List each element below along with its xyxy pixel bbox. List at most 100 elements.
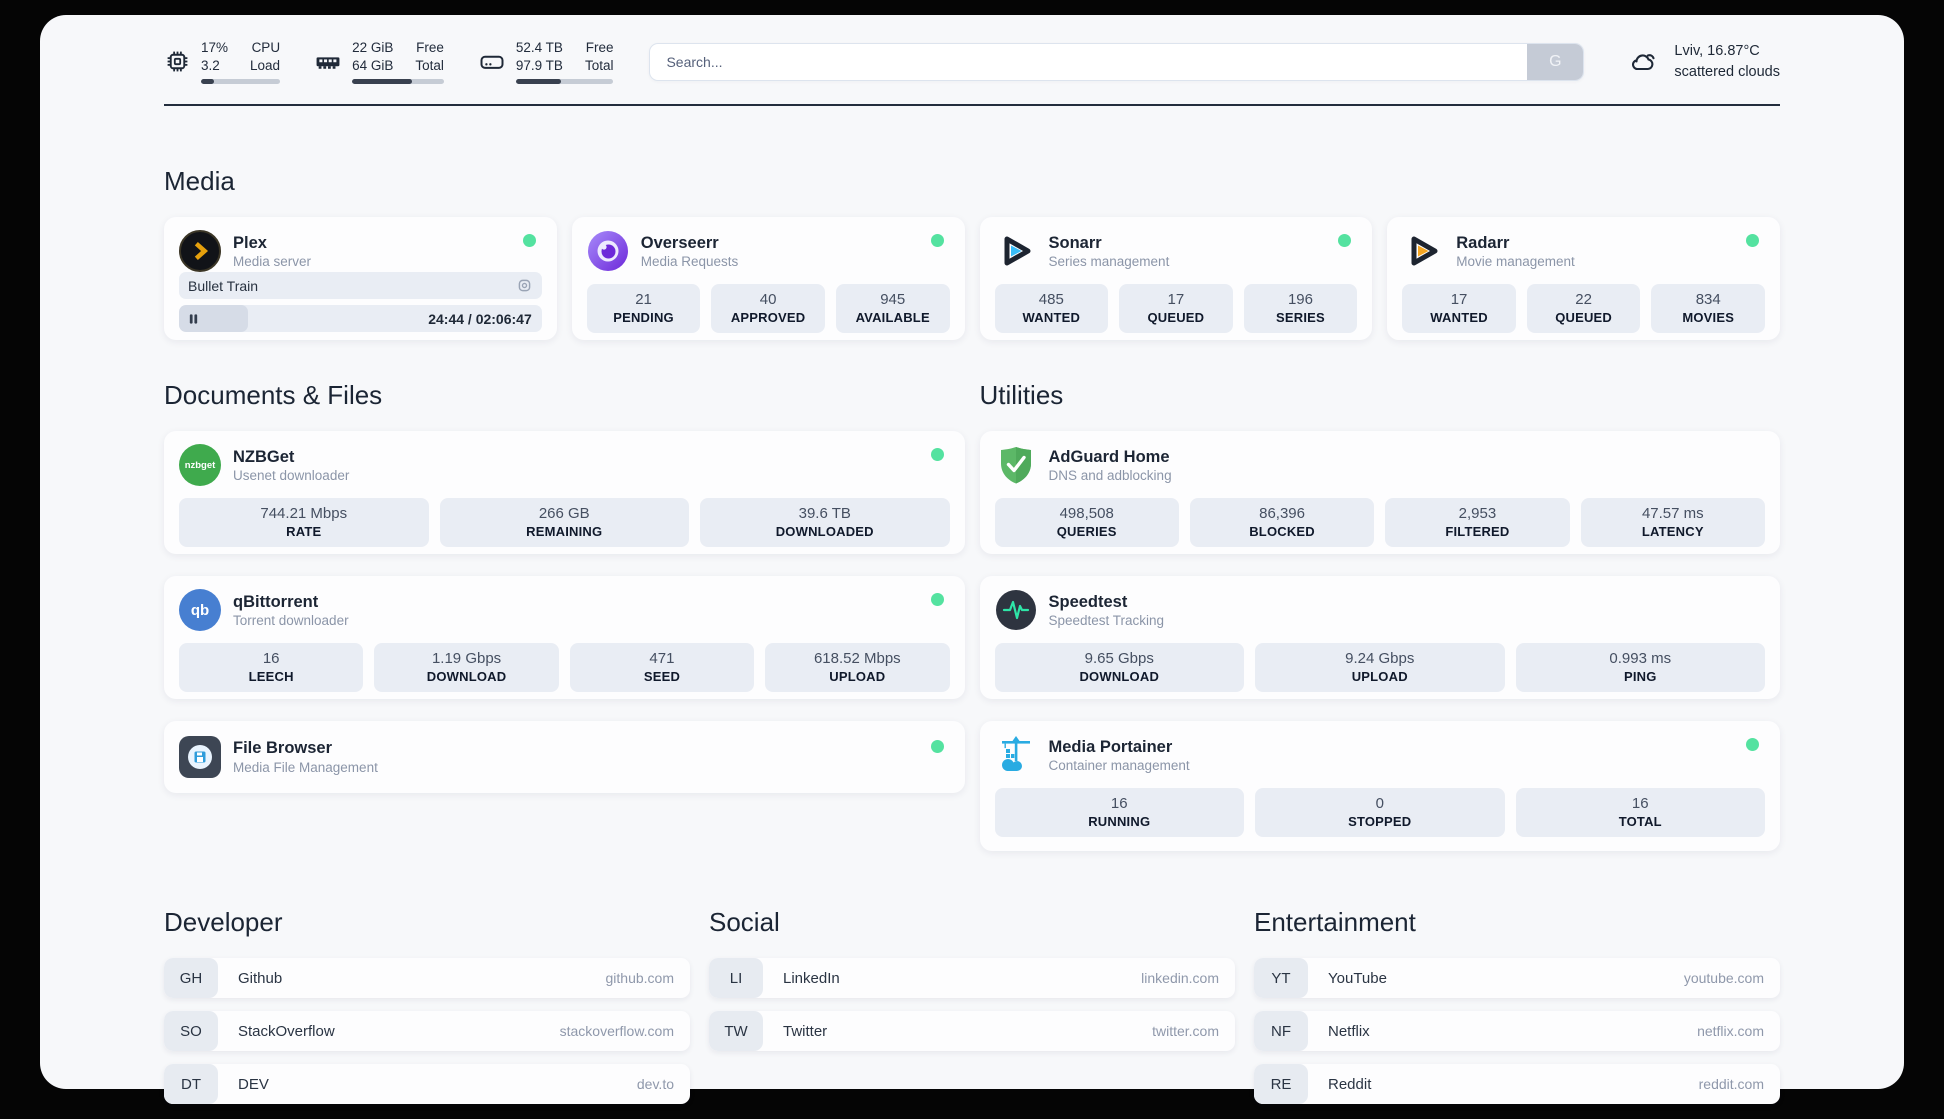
bookmark-name: DEV [238, 1075, 269, 1093]
app-card-portainer[interactable]: Media Portainer Container management 16 … [979, 721, 1780, 852]
bookmark-url: youtube.com [1683, 970, 1764, 987]
app-subtitle: DNS and adblocking [1048, 468, 1172, 484]
social-column: Social LI LinkedIn linkedin.com TW Twitt… [709, 907, 1235, 1104]
stat-remaining: 266 GB REMAINING [439, 498, 689, 548]
disk-free-value: 52.4 TB [515, 40, 563, 55]
bookmark-abbr: YT [1254, 958, 1308, 999]
app-subtitle: Torrent downloader [233, 613, 349, 629]
playback-progress-row: 24:44 / 02:06:47 [179, 305, 542, 333]
bookmark-abbr: NF [1254, 1011, 1308, 1052]
adguard-icon [995, 444, 1037, 486]
weather-condition: scattered clouds [1674, 63, 1780, 80]
disk-free-label: Free [585, 40, 614, 55]
cpu-icon [167, 51, 188, 72]
section-title-social: Social [709, 907, 780, 938]
stat-available: 945 AVAILABLE [835, 284, 950, 334]
qbittorrent-icon: qb [179, 589, 221, 632]
app-title: Radarr [1456, 233, 1510, 252]
bookmark-netflix[interactable]: NF Netflix netflix.com [1254, 1011, 1780, 1052]
cpu-progress-bar [201, 79, 281, 85]
app-title: Media Portainer [1048, 737, 1173, 756]
bookmark-name: Netflix [1328, 1022, 1370, 1040]
cpu-load-value: 3.2 [201, 57, 220, 73]
ram-metric: 22 GiB 64 GiB Free Total [314, 39, 444, 85]
app-subtitle: Container management [1048, 758, 1190, 774]
app-card-nzbget[interactable]: nzbget NZBGet Usenet downloader 744.21 M… [164, 431, 965, 555]
status-dot [930, 234, 944, 248]
app-card-radarr[interactable]: Radarr Movie management 17 WANTED 22 QUE… [1387, 217, 1780, 341]
bookmark-url: github.com [605, 970, 674, 987]
app-subtitle: Speedtest Tracking [1048, 613, 1165, 629]
ram-free-label: Free [416, 40, 444, 55]
stat-leech: 16 LEECH [179, 643, 364, 693]
app-title: NZBGet [233, 447, 295, 466]
disk-progress-bar [515, 79, 614, 85]
bookmark-url: dev.to [636, 1076, 674, 1093]
bookmark-abbr: DT [164, 1064, 218, 1105]
app-subtitle: Usenet downloader [233, 468, 350, 484]
status-dot [522, 234, 536, 248]
disk-total-value: 97.9 TB [515, 57, 563, 73]
search-input[interactable] [649, 42, 1585, 81]
bookmark-dev[interactable]: DT DEV dev.to [164, 1064, 690, 1105]
stat-total: 16 TOTAL [1515, 788, 1765, 838]
stat-filtered: 2,953 FILTERED [1385, 498, 1570, 548]
bookmark-stackoverflow[interactable]: SO StackOverflow stackoverflow.com [164, 1011, 690, 1052]
stat-blocked: 86,396 BLOCKED [1189, 498, 1375, 548]
stat-wanted: 485 WANTED [994, 284, 1109, 334]
entertainment-column: Entertainment YT YouTube youtube.com NF … [1254, 907, 1780, 1105]
ram-total-value: 64 GiB [352, 57, 394, 73]
stat-pending: 21 PENDING [586, 284, 701, 334]
now-playing-title: Bullet Train [188, 277, 259, 294]
bookmark-github[interactable]: GH Github github.com [164, 958, 690, 999]
search-engine-button[interactable]: G [1527, 43, 1584, 80]
app-subtitle: Media Requests [640, 254, 739, 270]
status-dot [930, 593, 944, 607]
app-card-filebrowser[interactable]: File Browser Media File Management [164, 721, 965, 794]
speedtest-icon [995, 589, 1037, 631]
app-card-qbittorrent[interactable]: qb qBittorrent Torrent downloader 16 LEE… [164, 576, 965, 700]
bookmark-url: stackoverflow.com [559, 1023, 674, 1040]
filebrowser-icon [179, 735, 221, 778]
topbar: 17% 3.2 CPU Load 22 GiB 64 GiB Free Tota… [164, 39, 1780, 85]
dashboard-page: 17% 3.2 CPU Load 22 GiB 64 GiB Free Tota… [40, 15, 1904, 1105]
bookmark-abbr: SO [164, 1011, 218, 1052]
bookmark-url: twitter.com [1152, 1023, 1219, 1040]
header-divider [164, 104, 1780, 107]
app-card-adguard[interactable]: AdGuard Home DNS and adblocking 498,508 … [979, 431, 1780, 555]
sonarr-icon [995, 230, 1037, 272]
bookmark-youtube[interactable]: YT YouTube youtube.com [1254, 958, 1780, 999]
stat-upload: 618.52 Mbps UPLOAD [765, 643, 950, 693]
bookmark-url: reddit.com [1698, 1076, 1764, 1093]
system-metrics: 17% 3.2 CPU Load 22 GiB 64 GiB Free Tota… [164, 39, 614, 85]
playback-progress-fill [179, 305, 248, 333]
app-card-sonarr[interactable]: Sonarr Series management 485 WANTED 17 Q… [979, 217, 1373, 341]
bookmark-abbr: RE [1254, 1064, 1308, 1105]
app-card-plex[interactable]: Plex Media server Bullet Train 24:44 / 0… [164, 217, 557, 341]
now-playing-session-icon [518, 279, 531, 292]
app-title: AdGuard Home [1048, 447, 1170, 466]
cpu-label: CPU [251, 40, 281, 55]
app-card-overseerr[interactable]: Overseerr Media Requests 21 PENDING 40 A… [571, 217, 965, 341]
stat-approved: 40 APPROVED [711, 284, 825, 334]
stat-ping: 0.993 ms PING [1515, 643, 1765, 693]
stat-download: 9.65 Gbps DOWNLOAD [994, 643, 1244, 693]
bookmark-name: Reddit [1328, 1075, 1372, 1093]
bookmark-linkedin[interactable]: LI LinkedIn linkedin.com [709, 958, 1235, 999]
stat-rate: 744.21 Mbps RATE [179, 498, 429, 548]
disk-icon [480, 55, 504, 69]
stat-wanted: 17 WANTED [1402, 284, 1516, 334]
bookmark-url: linkedin.com [1141, 970, 1219, 987]
cpu-usage-value: 17% [201, 40, 229, 55]
app-title: Plex [233, 233, 267, 252]
bookmark-twitter[interactable]: TW Twitter twitter.com [709, 1011, 1235, 1052]
bookmark-name: StackOverflow [238, 1022, 335, 1040]
section-title-documents: Documents & Files [164, 380, 383, 411]
stat-upload: 9.24 Gbps UPLOAD [1255, 643, 1505, 693]
app-card-speedtest[interactable]: Speedtest Speedtest Tracking 9.65 Gbps D… [979, 576, 1780, 700]
stat-series: 196 SERIES [1243, 284, 1358, 334]
stat-downloaded: 39.6 TB DOWNLOADED [700, 498, 950, 548]
bookmark-reddit[interactable]: RE Reddit reddit.com [1254, 1064, 1780, 1105]
ram-progress-bar [352, 79, 444, 85]
bookmark-abbr: LI [709, 958, 763, 999]
